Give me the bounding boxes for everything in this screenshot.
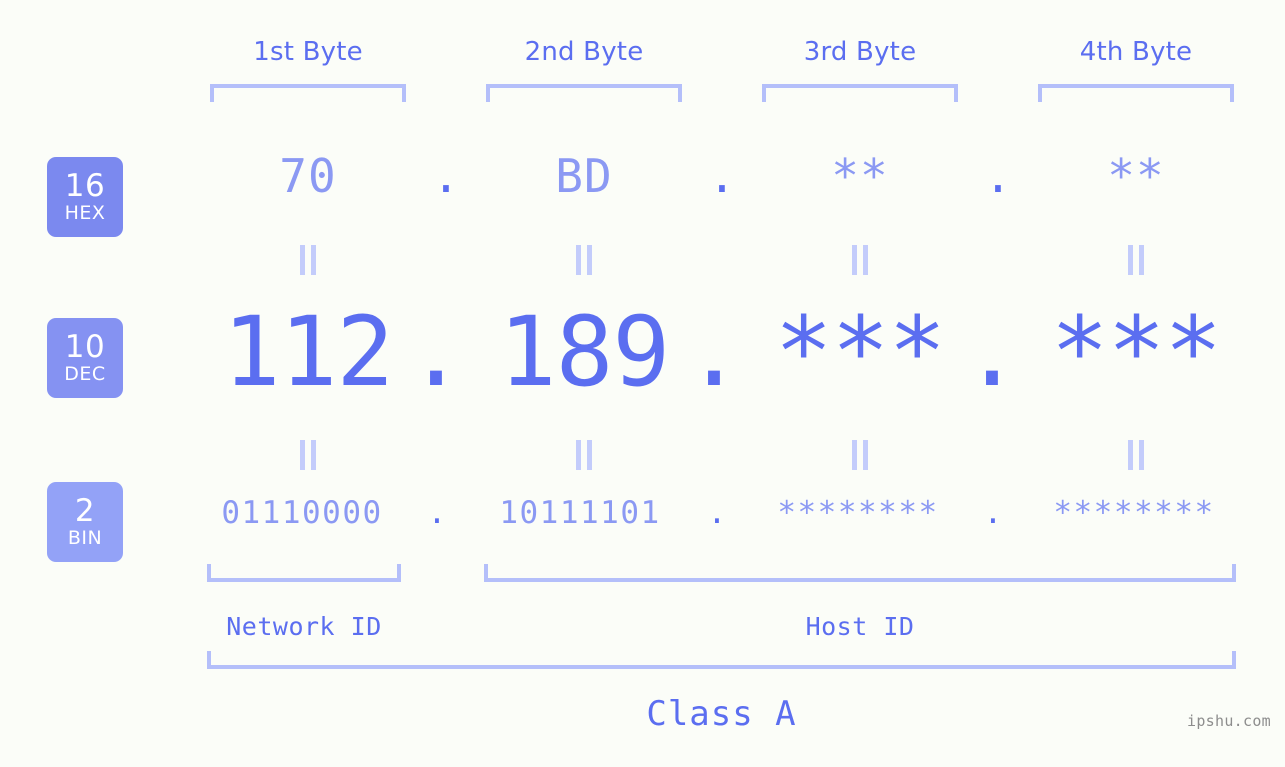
bin-separator-1: .	[427, 495, 447, 531]
base-badge-hex-number: 16	[64, 168, 106, 204]
equals-mark-dec-bin-1	[297, 440, 319, 470]
dec-byte-2: 189	[498, 296, 670, 408]
bin-byte-2: 10111101	[499, 495, 661, 531]
byte-bracket-4	[1038, 84, 1234, 102]
byte-header-1: 1st Byte	[253, 37, 363, 67]
bin-byte-4: ********	[1053, 495, 1215, 531]
class-bracket	[207, 651, 1236, 669]
byte-bracket-2	[486, 84, 682, 102]
dec-separator-1: .	[407, 296, 465, 408]
equals-mark-dec-bin-3	[849, 440, 871, 470]
base-badge-hex: 16 HEX	[47, 157, 123, 237]
base-badge-bin-number: 2	[74, 493, 96, 529]
byte-bracket-3	[762, 84, 958, 102]
equals-mark-hex-dec-3	[849, 245, 871, 275]
bin-separator-3: .	[983, 495, 1003, 531]
equals-mark-dec-bin-4	[1125, 440, 1147, 470]
hex-separator-2: .	[708, 149, 736, 203]
equals-mark-dec-bin-2	[573, 440, 595, 470]
base-badge-dec-number: 10	[64, 329, 106, 365]
equals-mark-hex-dec-2	[573, 245, 595, 275]
bin-separator-2: .	[707, 495, 727, 531]
byte-bracket-1	[210, 84, 406, 102]
base-badge-hex-name: HEX	[64, 202, 106, 224]
dec-separator-3: .	[963, 296, 1021, 408]
byte-header-3: 3rd Byte	[803, 37, 917, 67]
hex-byte-4: **	[1107, 149, 1165, 203]
class-label: Class A	[646, 694, 797, 734]
byte-header-4: 4th Byte	[1079, 37, 1193, 67]
dec-byte-1: 112	[222, 296, 394, 408]
byte-header-2: 2nd Byte	[524, 37, 644, 67]
network-id-label: Network ID	[226, 612, 382, 641]
base-badge-bin: 2 BIN	[47, 482, 123, 562]
hex-byte-1: 70	[279, 149, 337, 203]
hex-separator-1: .	[432, 149, 460, 203]
base-badge-bin-name: BIN	[67, 527, 103, 549]
dec-byte-3: ***	[774, 296, 946, 408]
dec-byte-4: ***	[1050, 296, 1222, 408]
host-id-bracket	[484, 564, 1236, 582]
equals-mark-hex-dec-4	[1125, 245, 1147, 275]
dec-separator-2: .	[685, 296, 743, 408]
watermark: ipshu.com	[1187, 712, 1271, 730]
hex-byte-2: BD	[555, 149, 613, 203]
equals-mark-hex-dec-1	[297, 245, 319, 275]
base-badge-dec: 10 DEC	[47, 318, 123, 398]
hex-separator-3: .	[984, 149, 1012, 203]
bin-byte-1: 01110000	[221, 495, 383, 531]
host-id-label: Host ID	[805, 612, 915, 641]
bin-byte-3: ********	[777, 495, 939, 531]
base-badge-dec-name: DEC	[64, 363, 106, 385]
ip-breakdown-diagram: 1st Byte 2nd Byte 3rd Byte 4th Byte 16 H…	[0, 0, 1285, 767]
network-id-bracket	[207, 564, 401, 582]
hex-byte-3: **	[831, 149, 889, 203]
